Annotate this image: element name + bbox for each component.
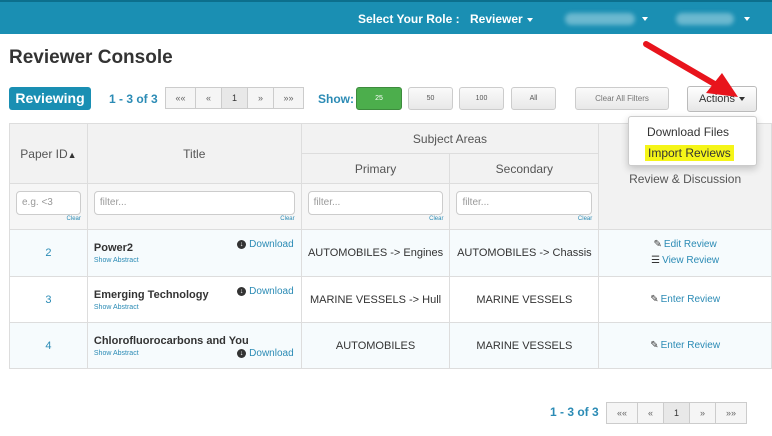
- primary-subject: AUTOMOBILES -> Engines: [300, 229, 451, 277]
- pager-next[interactable]: »: [689, 402, 716, 424]
- bottom-result-count: 1 - 3 of 3: [550, 405, 599, 419]
- table-row: 2 Power2 Show Abstract ↓ Download AUTOMOB…: [9, 229, 772, 277]
- download-icon: ↓: [237, 286, 247, 296]
- paper-id-link[interactable]: 3: [9, 276, 88, 323]
- header-title[interactable]: Title: [86, 123, 302, 184]
- title-cell: Power2 Show Abstract ↓ Download: [86, 229, 302, 277]
- menu-item-download-files[interactable]: Download Files: [647, 125, 729, 139]
- actions-dropdown-menu: Download Files Import Reviews: [628, 116, 757, 166]
- user-menu-redacted[interactable]: [565, 13, 635, 25]
- clear-primary-filter[interactable]: Clear: [308, 216, 443, 222]
- primary-subject: AUTOMOBILES: [300, 322, 451, 369]
- edit-icon: ✎: [653, 239, 662, 250]
- list-icon: ☰: [651, 255, 661, 266]
- header-secondary[interactable]: Secondary: [449, 153, 600, 184]
- filter-cell-id: e.g. <3 Clear: [9, 183, 88, 230]
- top-navbar: Select Your Role : Reviewer: [0, 0, 772, 34]
- result-count: 1 - 3 of 3: [109, 92, 158, 106]
- role-label: Select Your Role :: [358, 12, 460, 26]
- edit-icon: ✎: [650, 293, 659, 305]
- chevron-down-icon: [526, 17, 533, 22]
- download-icon: ↓: [237, 239, 247, 249]
- pager-first[interactable]: ««: [606, 402, 638, 424]
- pager-next[interactable]: »: [247, 87, 274, 109]
- edit-review-link[interactable]: ✎ Edit Review: [599, 237, 771, 253]
- chevron-down-icon: [739, 97, 746, 102]
- secondary-subject: MARINE VESSELS: [449, 322, 600, 369]
- clear-id-filter[interactable]: Clear: [16, 216, 81, 222]
- paper-title: Chlorofluorocarbons and You: [93, 334, 249, 347]
- enter-review-link[interactable]: ✎ Enter Review: [599, 338, 771, 354]
- title-cell: Emerging Technology Show Abstract ↓ Downl…: [86, 276, 302, 323]
- title-cell: Chlorofluorocarbons and You Show Abstrac…: [86, 322, 302, 369]
- filter-cell-title: filter... Clear: [86, 183, 302, 230]
- chevron-down-icon[interactable]: [744, 17, 750, 21]
- pager-last[interactable]: »»: [273, 87, 304, 109]
- download-icon: ↓: [237, 348, 247, 358]
- sort-up-icon: ▲: [67, 149, 77, 160]
- pager-page[interactable]: 1: [663, 402, 690, 424]
- tab-reviewing[interactable]: Reviewing: [9, 87, 91, 110]
- role-dropdown[interactable]: Reviewer: [470, 12, 533, 26]
- review-cell: ✎ Enter Review: [598, 322, 772, 369]
- review-cell: ✎ Enter Review: [598, 276, 772, 323]
- pager-page[interactable]: 1: [221, 87, 248, 109]
- secondary-subject: AUTOMOBILES -> Chassis: [449, 229, 600, 277]
- role-value: Reviewer: [470, 12, 523, 26]
- download-link[interactable]: ↓ Download: [237, 239, 294, 250]
- download-link[interactable]: ↓ Download: [237, 348, 294, 359]
- header-paper-id[interactable]: Paper ID▲: [9, 123, 88, 184]
- show-50-button[interactable]: 50: [408, 87, 453, 110]
- view-review-link[interactable]: ☰ View Review: [599, 253, 771, 269]
- filter-cell-primary: filter... Clear: [300, 183, 451, 230]
- pager-last[interactable]: »»: [715, 402, 747, 424]
- show-abstract-link[interactable]: Show Abstract: [94, 304, 295, 311]
- edit-icon: ✎: [650, 339, 659, 351]
- pager-prev[interactable]: «: [637, 402, 664, 424]
- show-100-button[interactable]: 100: [459, 87, 504, 110]
- show-label: Show:: [318, 92, 354, 106]
- table-row: 4 Chlorofluorocarbons and You Show Abstr…: [9, 322, 772, 369]
- clear-all-filters-button[interactable]: Clear All Filters: [575, 87, 669, 110]
- page-title: Reviewer Console: [9, 47, 173, 68]
- title-filter[interactable]: filter...: [93, 191, 295, 215]
- header-primary[interactable]: Primary: [300, 153, 451, 184]
- show-all-button[interactable]: All: [511, 87, 556, 110]
- bottom-pager: «« « 1 » »»: [606, 402, 747, 424]
- paper-id-link[interactable]: 4: [9, 322, 88, 369]
- primary-filter[interactable]: filter...: [307, 191, 444, 215]
- secondary-filter[interactable]: filter...: [456, 191, 593, 215]
- paper-id-filter[interactable]: e.g. <3: [16, 191, 81, 215]
- pager-first[interactable]: ««: [165, 87, 196, 109]
- filter-cell-secondary: filter... Clear: [449, 183, 600, 230]
- enter-review-link[interactable]: ✎ Enter Review: [599, 292, 771, 308]
- primary-subject: MARINE VESSELS -> Hull: [300, 276, 451, 323]
- menu-item-import-reviews[interactable]: Import Reviews: [645, 145, 734, 161]
- chevron-down-icon[interactable]: [642, 17, 648, 21]
- top-pager: «« « 1 » »»: [165, 87, 304, 109]
- review-cell: ✎ Edit Review ☰ View Review: [598, 229, 772, 277]
- account-menu-redacted[interactable]: [676, 13, 734, 25]
- actions-label: Actions: [698, 93, 736, 105]
- paper-id-link[interactable]: 2: [9, 229, 88, 277]
- clear-secondary-filter[interactable]: Clear: [456, 216, 592, 222]
- clear-title-filter[interactable]: Clear: [94, 216, 294, 222]
- table-row: 3 Emerging Technology Show Abstract ↓ Dow…: [9, 276, 772, 323]
- download-link[interactable]: ↓ Download: [237, 286, 294, 297]
- show-25-button[interactable]: 25: [356, 87, 402, 110]
- pager-prev[interactable]: «: [195, 87, 222, 109]
- actions-button[interactable]: Actions: [687, 86, 757, 112]
- secondary-subject: MARINE VESSELS: [449, 276, 600, 323]
- show-abstract-link[interactable]: Show Abstract: [94, 257, 295, 264]
- header-subject-areas: Subject Areas: [300, 123, 600, 154]
